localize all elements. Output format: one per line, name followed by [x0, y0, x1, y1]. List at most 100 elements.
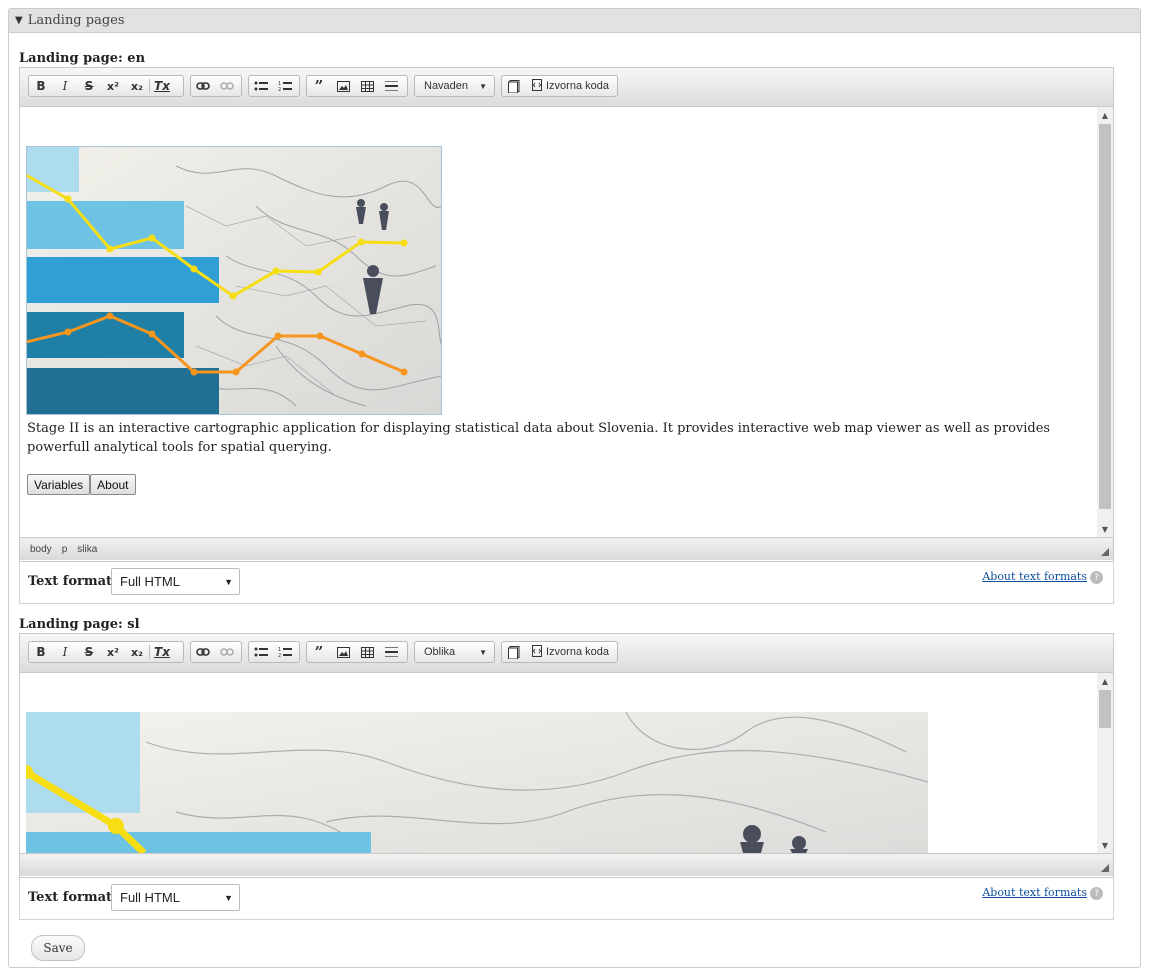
style-combo[interactable]: Navaden ▼	[414, 75, 495, 97]
editor-toolbar: B I S x² x₂ Tx 12 ” Oblika ▼ Izvorna kod…	[20, 634, 1113, 673]
table-icon[interactable]	[355, 76, 379, 96]
template-icon[interactable]	[502, 642, 526, 662]
path-slika[interactable]: slika	[77, 544, 97, 555]
scroll-thumb[interactable]	[1099, 124, 1111, 509]
source-button[interactable]: Izvorna koda	[526, 78, 615, 94]
description-text: Stage II is an interactive cartographic …	[27, 421, 1051, 455]
bulleted-list-icon[interactable]	[249, 76, 273, 96]
scroll-up-icon[interactable]: ▲	[1097, 673, 1113, 689]
text-format-select[interactable]: Full HTML ▼	[111, 568, 240, 595]
chevron-down-icon: ▼	[479, 81, 487, 91]
template-icon[interactable]	[502, 76, 526, 96]
superscript-button[interactable]: x²	[101, 642, 125, 662]
scroll-thumb[interactable]	[1099, 690, 1111, 728]
image-icon[interactable]	[331, 642, 355, 662]
variables-button[interactable]: Variables	[27, 474, 91, 495]
editor-scrollbar[interactable]: ▲ ▼	[1097, 673, 1113, 853]
format-group: B I S x² x₂ Tx	[28, 641, 184, 663]
strikethrough-button[interactable]: S	[77, 76, 101, 96]
landing-banner-image[interactable]	[26, 146, 442, 415]
format-group: B I S x² x₂ Tx	[28, 75, 184, 97]
scroll-down-icon[interactable]: ▼	[1097, 521, 1113, 537]
unlink-icon[interactable]	[215, 76, 239, 96]
remove-format-button[interactable]: Tx	[150, 76, 174, 96]
style-combo-value: Navaden	[424, 80, 469, 92]
blockquote-icon[interactable]: ”	[307, 642, 331, 662]
link-group	[190, 641, 242, 663]
remove-format-button[interactable]: Tx	[150, 642, 174, 662]
bulleted-list-icon[interactable]	[249, 642, 273, 662]
scroll-down-icon[interactable]: ▼	[1097, 837, 1113, 853]
path-body[interactable]: body	[30, 544, 52, 555]
text-format-value: Full HTML	[120, 890, 180, 905]
italic-button[interactable]: I	[53, 76, 77, 96]
list-group: 12	[248, 75, 300, 97]
link-icon[interactable]	[191, 642, 215, 662]
resize-handle-icon[interactable]	[1101, 548, 1109, 556]
fieldset-legend[interactable]: ▼ Landing pages	[9, 9, 1140, 33]
label-landing-page-en: Landing page: en	[19, 51, 146, 66]
save-button[interactable]: Save	[31, 935, 85, 961]
editor-content-sl[interactable]: ▲ ▼	[20, 673, 1113, 853]
svg-text:2: 2	[278, 87, 281, 92]
horizontal-rule-icon[interactable]	[379, 642, 403, 662]
table-icon[interactable]	[355, 642, 379, 662]
block-group: ”	[306, 75, 408, 97]
element-path-bar: body p slika	[20, 537, 1113, 560]
about-button[interactable]: About	[90, 474, 136, 495]
source-group: Izvorna koda	[501, 75, 618, 97]
italic-button[interactable]: I	[53, 642, 77, 662]
source-group: Izvorna koda	[501, 641, 618, 663]
strikethrough-button[interactable]: S	[77, 642, 101, 662]
editor-content-en[interactable]: Stage II is an interactive cartographic …	[20, 107, 1113, 537]
source-label: Izvorna koda	[546, 646, 609, 658]
scroll-up-icon[interactable]: ▲	[1097, 107, 1113, 123]
about-text-formats-link[interactable]: About text formats	[982, 886, 1087, 899]
subscript-button[interactable]: x₂	[125, 642, 149, 662]
chevron-down-icon: ▼	[479, 647, 487, 657]
resize-handle-icon[interactable]	[1101, 864, 1109, 872]
about-text-formats-link[interactable]: About text formats	[982, 570, 1087, 583]
block-group: ”	[306, 641, 408, 663]
path-p[interactable]: p	[62, 544, 68, 555]
fieldset-title: Landing pages	[27, 13, 125, 28]
text-format-select[interactable]: Full HTML ▼	[111, 884, 240, 911]
editor-scrollbar[interactable]: ▲ ▼	[1097, 107, 1113, 537]
editor-sl: B I S x² x₂ Tx 12 ” Oblika ▼ Izvorna kod…	[19, 633, 1114, 878]
link-buttons: Variables About	[27, 474, 136, 495]
style-combo-value: Oblika	[424, 646, 456, 658]
unlink-icon[interactable]	[215, 642, 239, 662]
triangle-down-icon: ▼	[15, 15, 23, 26]
list-group: 12	[248, 641, 300, 663]
source-icon	[532, 78, 542, 94]
text-format-row-en: Text format Full HTML ▼ About text forma…	[19, 562, 1114, 604]
text-format-label: Text format	[28, 574, 113, 589]
style-combo[interactable]: Oblika ▼	[414, 641, 495, 663]
source-button[interactable]: Izvorna koda	[526, 644, 615, 660]
help-icon[interactable]: ?	[1090, 571, 1103, 584]
help-icon[interactable]: ?	[1090, 887, 1103, 900]
subscript-button[interactable]: x₂	[125, 76, 149, 96]
numbered-list-icon[interactable]: 12	[273, 642, 297, 662]
bold-button[interactable]: B	[29, 76, 53, 96]
link-icon[interactable]	[191, 76, 215, 96]
numbered-list-icon[interactable]: 12	[273, 76, 297, 96]
editor-toolbar: B I S x² x₂ Tx 12 ” Navaden ▼ Izvorna ko…	[20, 68, 1113, 107]
label-landing-page-sl: Landing page: sl	[19, 617, 140, 632]
link-group	[190, 75, 242, 97]
chevron-down-icon: ▼	[224, 892, 233, 903]
source-label: Izvorna koda	[546, 80, 609, 92]
chevron-down-icon: ▼	[224, 576, 233, 587]
image-icon[interactable]	[331, 76, 355, 96]
blockquote-icon[interactable]: ”	[307, 76, 331, 96]
text-format-value: Full HTML	[120, 574, 180, 589]
text-format-label: Text format	[28, 890, 113, 905]
horizontal-rule-icon[interactable]	[379, 76, 403, 96]
bold-button[interactable]: B	[29, 642, 53, 662]
superscript-button[interactable]: x²	[101, 76, 125, 96]
svg-text:2: 2	[278, 653, 281, 658]
landing-banner-image[interactable]	[26, 712, 928, 853]
text-format-row-sl: Text format Full HTML ▼ About text forma…	[19, 878, 1114, 920]
editor-en: B I S x² x₂ Tx 12 ” Navaden ▼ Izvorna ko…	[19, 67, 1114, 562]
source-icon	[532, 644, 542, 660]
